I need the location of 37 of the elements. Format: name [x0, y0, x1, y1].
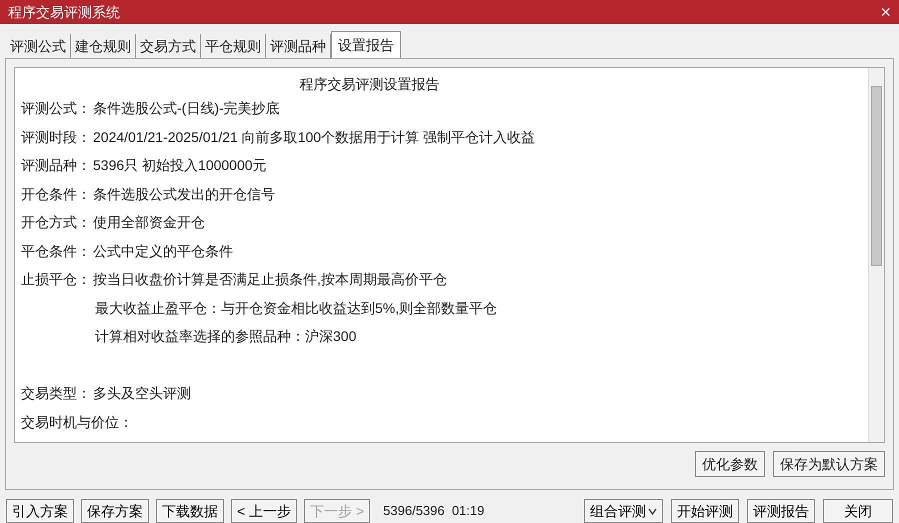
report-line: 最大收益止盈平仓：与开仓资金相比收益达到5%,则全部数量平仓 — [95, 300, 498, 316]
report-label: 评测时段： — [21, 128, 91, 146]
footer-button[interactable]: 保存方案 — [81, 499, 149, 523]
report-title: 程序交易评测设置报告 — [300, 75, 440, 94]
footer-button[interactable]: 开始评测 — [671, 499, 739, 523]
report-label: 评测品种： — [21, 156, 91, 175]
report-value: 条件选股公式-(日线)-完美抄底 — [93, 99, 280, 118]
footer-button[interactable]: 引入方案 — [6, 499, 74, 523]
scrollbar-thumb[interactable] — [871, 86, 882, 266]
scrollbar[interactable] — [868, 68, 884, 442]
panel-button[interactable]: 优化参数 — [695, 451, 765, 477]
caret-icon — [648, 508, 657, 514]
report-label: 平仓条件： — [21, 242, 91, 260]
progress-status: 5396/5396 01:19 — [383, 502, 484, 520]
report-label: 评测公式： — [21, 99, 91, 118]
report-label: 止损平仓： — [21, 270, 91, 289]
report-value: 按当日收盘价计算是否满足止损条件,按本周期最高价平仓 — [93, 270, 447, 289]
report-value: 2024/01/21-2025/01/21 向前多取100个数据用于计算 强制平仓计入收益 — [93, 128, 535, 146]
tab[interactable]: 设置报告 — [331, 31, 401, 58]
panel-button[interactable]: 保存为默认方案 — [773, 451, 885, 477]
dropdown-button[interactable]: 组合评测 — [584, 499, 663, 523]
footer-button[interactable]: 下载数据 — [156, 499, 224, 523]
report-line: 计算相对收益率选择的参照品种：沪深300 — [95, 328, 356, 344]
report-label: 交易时机与价位： — [21, 412, 133, 432]
report-label: 开仓方式： — [21, 213, 91, 232]
report-label: 交易类型： — [21, 384, 91, 403]
report-value: 5396只 初始投入1000000元 — [93, 156, 267, 175]
footer-button[interactable]: 关闭 — [823, 499, 893, 523]
report-value: 多头及空头评测 — [93, 384, 191, 403]
footer-button[interactable]: 评测报告 — [747, 499, 815, 523]
window-title: 程序交易评测系统 — [8, 2, 120, 22]
close-button[interactable]: × — [880, 3, 891, 21]
report-value: 使用全部资金开仓 — [93, 213, 205, 232]
report-label: 开仓条件： — [21, 184, 91, 204]
footer-button[interactable]: < 上一步 — [231, 499, 298, 523]
report-value: 公式中定义的平仓条件 — [93, 242, 233, 260]
report-value: 条件选股公式发出的开仓信号 — [93, 184, 275, 204]
